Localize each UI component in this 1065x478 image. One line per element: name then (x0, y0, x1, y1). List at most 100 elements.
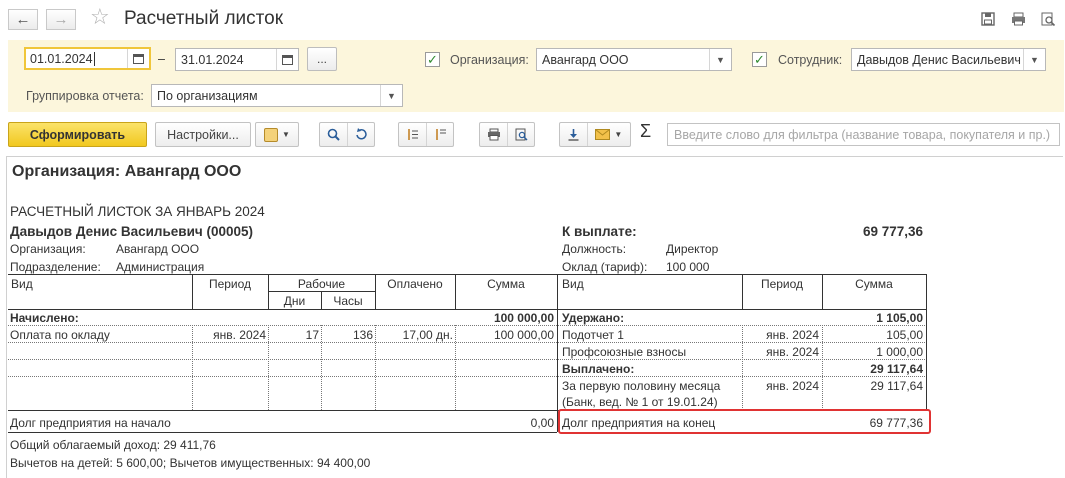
dropdown-arrow-icon[interactable]: ▼ (380, 85, 402, 106)
collapse-groups-icon[interactable] (426, 123, 453, 146)
organization-value: Авангард ООО (542, 52, 629, 67)
generate-button[interactable]: Сформировать (8, 122, 147, 147)
paid-period: янв. 2024 (766, 379, 819, 393)
dept-label: Подразделение: (10, 260, 101, 274)
preview-icon[interactable] (1040, 11, 1056, 27)
grouping-value: По организациям (157, 88, 258, 103)
sum-sigma-icon[interactable]: Σ (640, 122, 651, 140)
taxable-income: Общий облагаемый доход: 29 411,76 (10, 438, 216, 452)
date-from-field[interactable]: 01.01.2024 (24, 47, 151, 70)
download-icon[interactable] (560, 123, 587, 146)
withheld-sum: 1 000,00 (876, 345, 923, 359)
employee-checkbox[interactable]: ✓ (752, 52, 767, 67)
header-sum-right: Сумма (855, 277, 893, 291)
withheld-period: янв. 2024 (766, 345, 819, 359)
paid-kind-line1: За первую половину месяца (562, 379, 721, 393)
org-label: Организация: (10, 242, 86, 256)
paid-total: 29 117,64 (870, 362, 923, 376)
debt-start-line (8, 410, 557, 411)
checkmark-icon: ✓ (754, 52, 765, 67)
refresh-search-icon[interactable] (347, 123, 374, 146)
grouping-select[interactable]: По организациям ▼ (151, 84, 403, 107)
header-sum: Сумма (487, 277, 525, 291)
org-value: Авангард ООО (116, 242, 200, 256)
header-period-right: Период (760, 277, 804, 291)
paid-kind-line2: (Банк, вед. № 1 от 19.01.24) (562, 395, 718, 409)
search-icon[interactable] (320, 123, 347, 146)
org-heading: Организация: Авангард ООО (12, 163, 242, 180)
position-label: Должность: (562, 242, 627, 256)
print-group (479, 122, 535, 147)
email-icon[interactable]: ▼ (586, 123, 630, 146)
debt-start-label: Долг предприятия на начало (10, 416, 171, 430)
accrual-paid: 17,00 дн. (402, 328, 453, 342)
table-top-line (8, 274, 927, 275)
accrual-sum: 100 000,00 (493, 328, 554, 342)
checkmark-icon: ✓ (427, 52, 438, 67)
header-paid: Оплачено (387, 277, 443, 291)
withheld-total: 1 105,00 (876, 311, 923, 325)
accrued-total: 100 000,00 (493, 311, 554, 325)
to-pay-label: К выплате: (562, 224, 637, 239)
row-sep (8, 359, 557, 360)
chevron-down-icon: ▼ (282, 130, 290, 139)
page-title: Расчетный листок (124, 8, 284, 29)
header-worked: Рабочие (297, 277, 346, 291)
dept-value: Администрация (116, 260, 205, 274)
table-bottom-line (8, 432, 557, 433)
withheld-kind: Профсоюзные взносы (562, 345, 687, 359)
date-to-field[interactable]: 31.01.2024 (175, 48, 299, 71)
print-icon[interactable] (1010, 11, 1026, 27)
deductions: Вычетов на детей: 5 600,00; Вычетов имущ… (10, 456, 371, 470)
arrow-right-icon: → (53, 11, 69, 28)
filter-search-input[interactable]: Введите слово для фильтра (название това… (667, 123, 1060, 146)
col-line (926, 274, 927, 410)
accrual-hours: 136 (352, 328, 373, 342)
header-kind-right: Вид (562, 277, 584, 291)
find-group (319, 122, 375, 147)
salary-value: 100 000 (666, 260, 710, 274)
variant-button[interactable]: ▼ (255, 122, 299, 147)
sheet-title: РАСЧЕТНЫЙ ЛИСТОК ЗА ЯНВАРЬ 2024 (10, 204, 265, 219)
back-button[interactable]: ← (8, 9, 38, 30)
calendar-icon[interactable] (127, 49, 149, 68)
organization-label: Организация: (450, 53, 529, 67)
organization-select[interactable]: Авангард ООО ▼ (536, 48, 732, 71)
dropdown-arrow-icon[interactable]: ▼ (1023, 49, 1045, 70)
highlight-box (558, 409, 931, 434)
row-sep (8, 342, 557, 343)
employee-name: Давыдов Денис Васильевич (00005) (10, 224, 253, 239)
grouping-label: Группировка отчета: (26, 89, 144, 103)
clipboard-icon (264, 127, 279, 142)
date-to-value: 31.01.2024 (181, 52, 244, 67)
date-from-value: 01.01.2024 (30, 51, 93, 66)
period-select-button[interactable]: ... (307, 47, 337, 71)
preview-icon[interactable] (507, 123, 534, 146)
save-icon[interactable] (980, 11, 996, 27)
favorite-star-icon[interactable]: ☆ (90, 6, 110, 28)
employee-value: Давыдов Денис Васильевич (857, 52, 1021, 67)
employee-select[interactable]: Давыдов Денис Васильевич ▼ (851, 48, 1046, 71)
print-icon[interactable] (480, 123, 507, 146)
row-sep (8, 376, 557, 377)
calendar-icon[interactable] (276, 49, 298, 70)
accrual-kind: Оплата по окладу (10, 328, 110, 342)
col-line (557, 274, 558, 432)
employee-label: Сотрудник: (778, 53, 843, 67)
settings-button[interactable]: Настройки... (155, 122, 251, 147)
date-separator: – (158, 52, 165, 66)
accrual-days: 17 (305, 328, 319, 342)
debt-start-value: 0,00 (530, 416, 554, 430)
header-kind: Вид (11, 277, 33, 291)
header-days: Дни (283, 294, 306, 308)
salary-label: Оклад (тариф): (562, 260, 648, 274)
expand-groups-icon[interactable] (399, 123, 426, 146)
paid-sum: 29 117,64 (870, 379, 924, 393)
forward-button[interactable]: → (46, 9, 76, 30)
organization-checkbox[interactable]: ✓ (425, 52, 440, 67)
group-expand-group (398, 122, 454, 147)
dropdown-arrow-icon[interactable]: ▼ (709, 49, 731, 70)
withheld-period: янв. 2024 (766, 328, 819, 342)
table-header-bottom-line (8, 309, 927, 310)
header-period: Период (208, 277, 252, 291)
